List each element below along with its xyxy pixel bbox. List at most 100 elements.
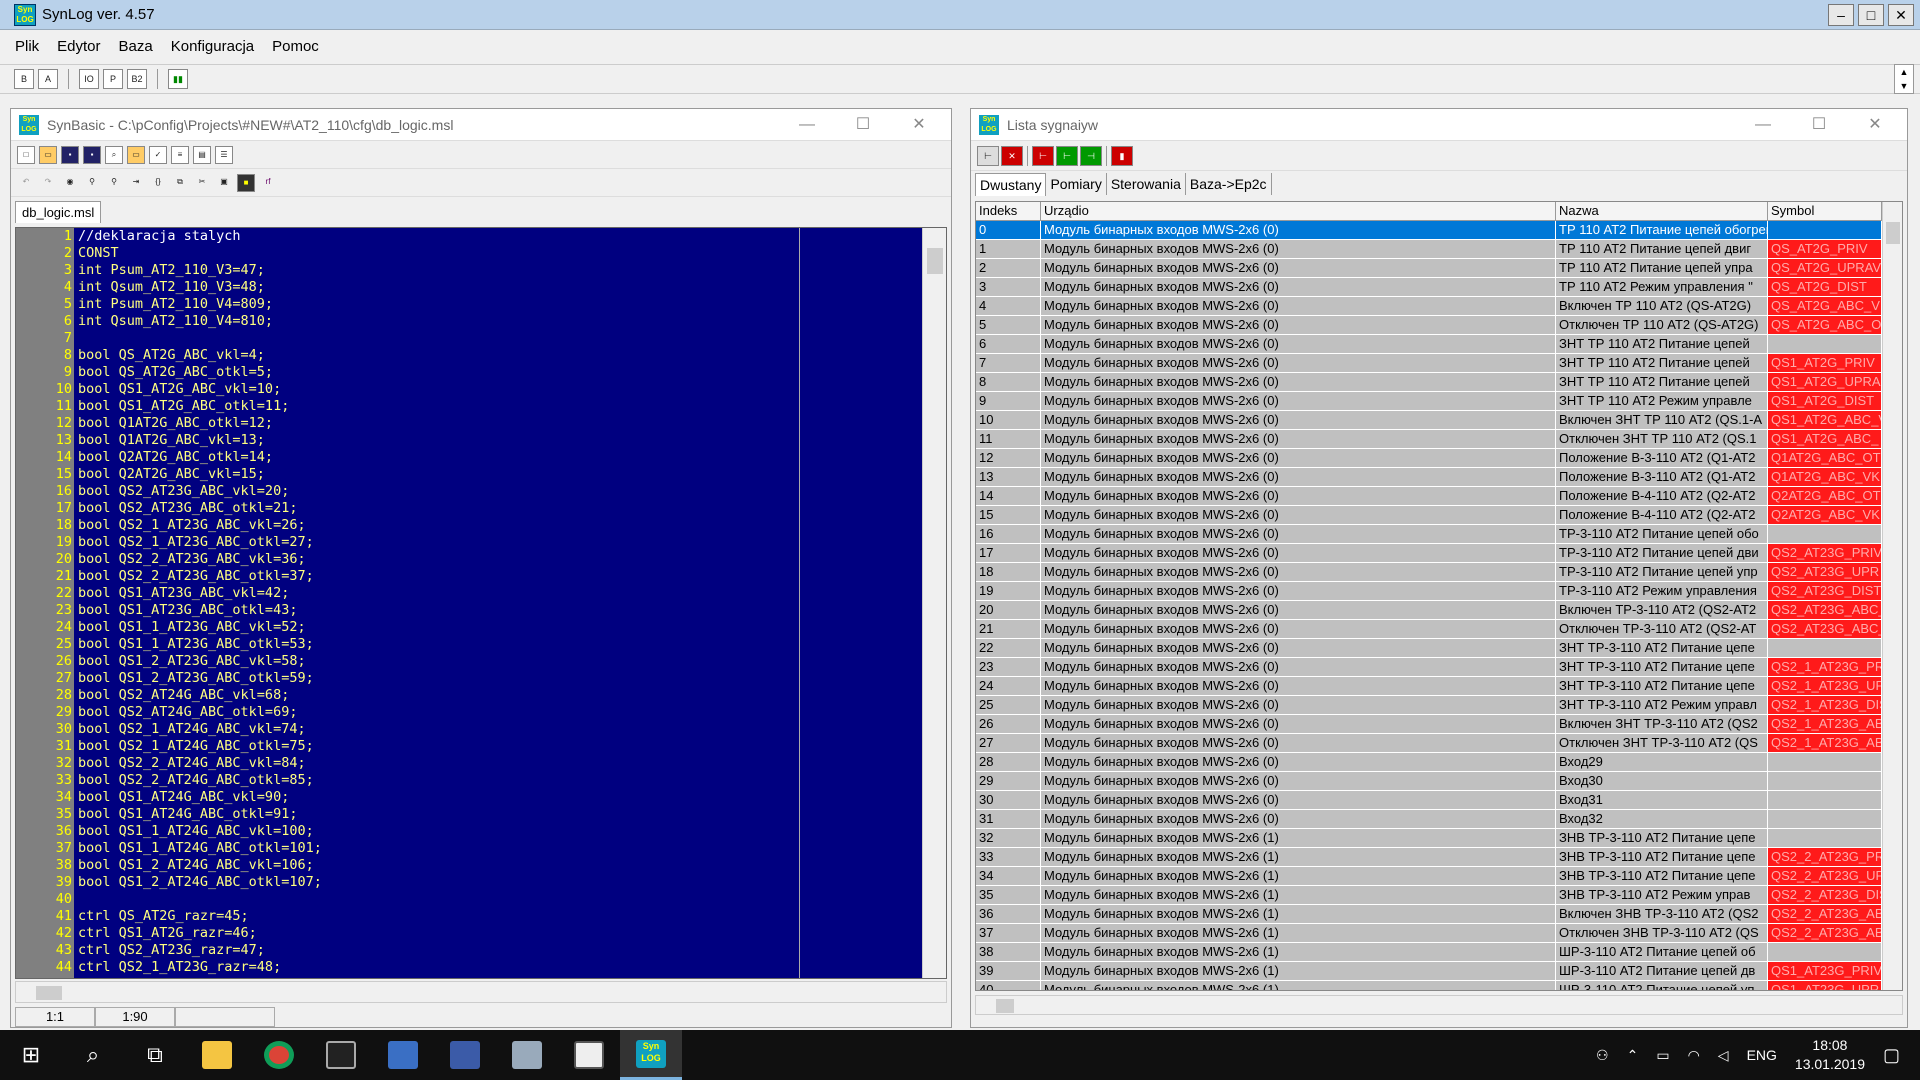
menu-plik[interactable]: Plik [6, 34, 48, 58]
table-row[interactable]: 39 Модуль бинарных входов MWS-2x6 (1) ШР-3… [976, 962, 1902, 981]
column-header-indeks[interactable]: Indeks [976, 202, 1041, 220]
table-row[interactable]: 10 Модуль бинарных входов MWS-2x6 (0) Вклю… [976, 411, 1902, 430]
table-row[interactable]: 4 Модуль бинарных входов MWS-2x6 (0) Включ… [976, 297, 1902, 316]
table-row[interactable]: 21 Модуль бинарных входов MWS-2x6 (0) Откл… [976, 620, 1902, 639]
table-row[interactable]: 24 Модуль бинарных входов MWS-2x6 (0) ЗНТ … [976, 677, 1902, 696]
table-row[interactable]: 17 Модуль бинарных входов MWS-2x6 (0) ТР-3… [976, 544, 1902, 563]
table-row[interactable]: 30 Модуль бинарных входов MWS-2x6 (0) Вход… [976, 791, 1902, 810]
scroll-thumb[interactable] [36, 986, 62, 1000]
table-row[interactable]: 14 Модуль бинарных входов MWS-2x6 (0) Поло… [976, 487, 1902, 506]
table-row[interactable]: 22 Модуль бинарных входов MWS-2x6 (0) ЗНТ … [976, 639, 1902, 658]
clock[interactable]: 18:08 13.01.2019 [1795, 1036, 1865, 1074]
task-view-icon[interactable]: ⧉ [124, 1030, 186, 1080]
search-icon[interactable]: ⌕ [62, 1030, 124, 1080]
battery-icon[interactable]: ▭ [1656, 1047, 1669, 1064]
tab-dwustany[interactable]: Dwustany [975, 172, 1047, 196]
table-row[interactable]: 2 Модуль бинарных входов MWS-2x6 (0) ТР 11… [976, 259, 1902, 278]
table-horizontal-scrollbar[interactable] [975, 995, 1903, 1015]
table-row[interactable]: 18 Модуль бинарных входов MWS-2x6 (0) ТР-3… [976, 563, 1902, 582]
menu-konfiguracja[interactable]: Konfiguracja [162, 34, 263, 58]
synlog-taskbar-icon[interactable]: Syn LOG [620, 1030, 682, 1080]
floppy-disk-icon[interactable] [434, 1030, 496, 1080]
table-row[interactable]: 36 Модуль бинарных входов MWS-2x6 (1) Вклю… [976, 905, 1902, 924]
find-next-icon[interactable]: ⚲ [83, 174, 101, 192]
menu-baza[interactable]: Baza [110, 34, 162, 58]
table-row[interactable]: 9 Модуль бинарных входов MWS-2x6 (0) ЗНТ Т… [976, 392, 1902, 411]
table-row[interactable]: 37 Модуль бинарных входов MWS-2x6 (1) Откл… [976, 924, 1902, 943]
signal-red-icon[interactable]: ⊢ [1032, 145, 1054, 166]
tab-baza-ep2c[interactable]: Baza->Ep2c [1186, 173, 1272, 195]
table-row[interactable]: 33 Модуль бинарных входов MWS-2x6 (1) ЗНВ … [976, 848, 1902, 867]
io-icon[interactable]: IO [79, 69, 99, 89]
color-icon[interactable]: ■ [237, 173, 255, 192]
new-file-icon[interactable]: □ [17, 145, 35, 164]
menu-edytor[interactable]: Edytor [48, 34, 109, 58]
scroll-thumb[interactable] [1886, 222, 1900, 244]
table-row[interactable]: 19 Модуль бинарных входов MWS-2x6 (0) ТР-3… [976, 582, 1902, 601]
table-row[interactable]: 40 Модуль бинарных входов MWS-2x6 (1) ШР-3… [976, 981, 1902, 990]
language-indicator[interactable]: ENG [1747, 1047, 1777, 1063]
close-button[interactable]: ✕ [1847, 109, 1903, 141]
copy-icon[interactable]: ⧉ [171, 174, 189, 192]
config-icon[interactable]: P [103, 69, 123, 89]
table-row[interactable]: 23 Модуль бинарных входов MWS-2x6 (0) ЗНТ … [976, 658, 1902, 677]
table-row[interactable]: 25 Модуль бинарных входов MWS-2x6 (0) ЗНТ … [976, 696, 1902, 715]
image-viewer-icon[interactable] [558, 1030, 620, 1080]
volume-icon[interactable]: ◁ [1718, 1047, 1729, 1064]
editor-vertical-scrollbar[interactable] [922, 228, 946, 978]
column-header-urzadzenie[interactable]: Urządio [1041, 202, 1556, 220]
table-row[interactable]: 11 Модуль бинарных входов MWS-2x6 (0) Откл… [976, 430, 1902, 449]
maximize-button[interactable]: ☐ [835, 109, 891, 141]
redo-icon[interactable]: ↷ [39, 174, 57, 192]
tab-sterowania[interactable]: Sterowania [1107, 173, 1186, 195]
tab-pomiary[interactable]: Pomiary [1046, 173, 1107, 195]
brackets-icon[interactable]: {} [149, 174, 167, 192]
column-header-nazwa[interactable]: Nazwa [1556, 202, 1768, 220]
scroll-thumb[interactable] [927, 248, 943, 274]
minimize-button[interactable]: — [1735, 109, 1791, 141]
goto-icon[interactable]: ⇥ [127, 174, 145, 192]
undo-icon[interactable]: ↶ [17, 174, 35, 192]
chart-icon[interactable]: ▮▮ [168, 69, 188, 89]
table-row[interactable]: 8 Модуль бинарных входов MWS-2x6 (0) ЗНТ Т… [976, 373, 1902, 392]
close-button[interactable]: ✕ [1888, 4, 1914, 26]
table-row[interactable]: 5 Модуль бинарных входов MWS-2x6 (0) Отклю… [976, 316, 1902, 335]
cut-icon[interactable]: ✂ [193, 174, 211, 192]
wifi-icon[interactable]: ◠ [1688, 1047, 1700, 1064]
binoculars-icon[interactable]: ◉ [61, 174, 79, 192]
close-button[interactable]: ✕ [891, 109, 947, 141]
table-row[interactable]: 13 Модуль бинарных входов MWS-2x6 (0) Поло… [976, 468, 1902, 487]
table-row[interactable]: 3 Модуль бинарных входов MWS-2x6 (0) ТР 11… [976, 278, 1902, 297]
table-row[interactable]: 38 Модуль бинарных входов MWS-2x6 (1) ШР-3… [976, 943, 1902, 962]
signal-add-icon[interactable]: ⊢ [977, 145, 999, 166]
scroll-thumb[interactable] [996, 999, 1014, 1013]
db-icon[interactable]: B2 [127, 69, 147, 89]
table-row[interactable]: 28 Модуль бинарных входов MWS-2x6 (0) Вход… [976, 753, 1902, 772]
minimize-button[interactable]: – [1828, 4, 1854, 26]
find-file-icon[interactable]: ⌕ [105, 145, 123, 164]
save-all-icon[interactable]: ▪ [83, 145, 101, 164]
document-icon[interactable]: ▤ [193, 145, 211, 164]
people-icon[interactable]: ⚇ [1596, 1047, 1609, 1064]
table-row[interactable]: 1 Модуль бинарных входов MWS-2x6 (0) ТР 11… [976, 240, 1902, 259]
replace-icon[interactable]: ⚲ [105, 174, 123, 192]
signal-delete-icon[interactable]: ✕ [1001, 145, 1023, 166]
main-scroll-spinner[interactable]: ▲ ▼ [1894, 64, 1914, 94]
table-row[interactable]: 31 Модуль бинарных входов MWS-2x6 (0) Вход… [976, 810, 1902, 829]
table-row[interactable]: 16 Модуль бинарных входов MWS-2x6 (0) ТР-3… [976, 525, 1902, 544]
maximize-button[interactable]: ☐ [1791, 109, 1847, 141]
paste-icon[interactable]: ▣ [215, 174, 233, 192]
check-icon[interactable]: ✓ [149, 145, 167, 164]
minimize-button[interactable]: — [779, 109, 835, 141]
terminal-icon[interactable] [310, 1030, 372, 1080]
calculator-icon[interactable] [496, 1030, 558, 1080]
open-project-icon[interactable]: ▭ [127, 145, 145, 164]
tab-db-logic[interactable]: db_logic.msl [15, 201, 102, 223]
list-icon[interactable]: ☰ [215, 145, 233, 164]
binary-icon[interactable]: B [14, 69, 34, 89]
table-row[interactable]: 15 Модуль бинарных входов MWS-2x6 (0) Поло… [976, 506, 1902, 525]
analog-icon[interactable]: A [38, 69, 58, 89]
tree-icon[interactable]: ≡ [171, 145, 189, 164]
network-app-icon[interactable] [372, 1030, 434, 1080]
table-row[interactable]: 26 Модуль бинарных входов MWS-2x6 (0) Вклю… [976, 715, 1902, 734]
